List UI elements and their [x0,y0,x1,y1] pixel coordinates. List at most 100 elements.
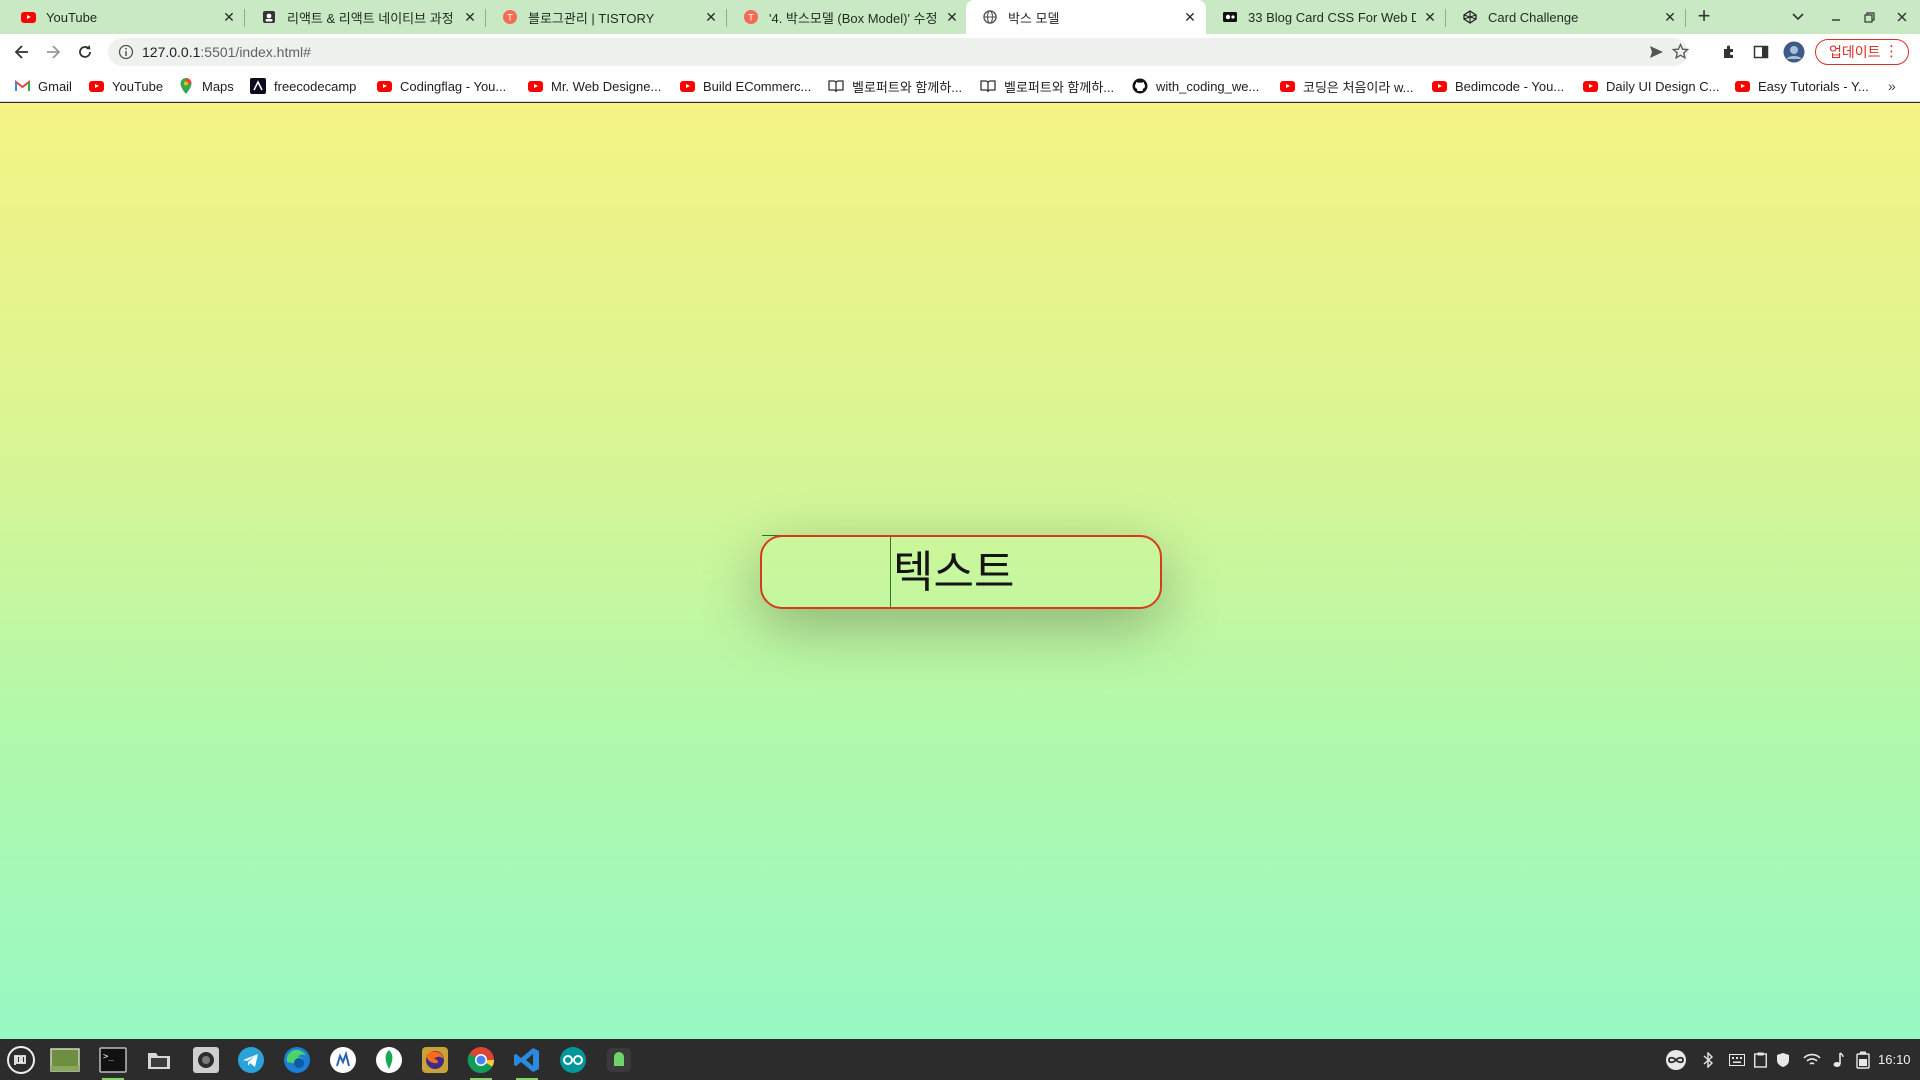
side-panel-button[interactable] [1749,40,1773,64]
close-icon[interactable]: ✕ [1422,9,1438,25]
bookmark-with-coding[interactable]: with_coding_we... [1132,70,1259,102]
freecodecamp-icon [250,78,266,94]
arduino-button[interactable] [556,1043,590,1077]
avatar-icon [1783,41,1805,63]
book-icon [828,78,844,94]
close-icon[interactable]: ✕ [1182,9,1198,25]
tab-box-model[interactable]: 박스 모델 ✕ [966,0,1206,34]
extensions-button[interactable] [1717,40,1741,64]
codepen-icon [1462,9,1478,25]
tab-youtube[interactable]: YouTube ✕ [4,0,245,34]
tab-tistory-edit[interactable]: T '4. 박스모델 (Box Model)' 수정하 ✕ [727,0,968,34]
keyboard-icon[interactable] [1726,1039,1748,1080]
show-desktop-button[interactable] [48,1043,82,1077]
close-icon[interactable]: ✕ [1662,9,1678,25]
close-icon[interactable]: ✕ [703,9,719,25]
youtube-icon [1582,78,1598,94]
bookmark-codingflag[interactable]: Codingflag - You... [376,70,506,102]
files-button[interactable] [142,1043,176,1077]
bookmark-mr-web-designer[interactable]: Mr. Web Designe... [527,70,661,102]
address-bar[interactable]: 127.0.0.1:5501/index.html# [108,38,1690,66]
screenshot-button[interactable] [189,1043,223,1077]
bookmark-velopert-2[interactable]: 벨로퍼트와 함께하... [980,70,1114,102]
bookmark-gmail[interactable]: Gmail [14,70,72,102]
tab-search-button[interactable] [1787,6,1809,28]
tab-title: 33 Blog Card CSS For Web De [1248,9,1416,25]
chrome-button[interactable] [464,1043,498,1080]
mongodb-button[interactable] [372,1043,406,1077]
tab-title: Card Challenge [1488,9,1579,25]
profile-avatar[interactable] [1782,40,1806,64]
reload-icon [79,45,91,58]
tab-title: 박스 모델 [1008,10,1060,26]
files-icon [148,1053,170,1069]
bookmark-build-ecommerce[interactable]: Build ECommerc... [679,70,811,102]
forward-button[interactable] [41,40,65,64]
close-icon[interactable]: ✕ [944,9,960,25]
tab-react-course[interactable]: 리액트 & 리액트 네이티브 과정 - ✕ [245,0,486,34]
box-model-element: 텍스트 [760,535,1162,609]
tab-card-challenge[interactable]: Card Challenge ✕ [1446,0,1686,34]
vscode-button[interactable] [510,1043,544,1080]
puzzle-icon [1724,45,1733,58]
telegram-icon [238,1047,264,1073]
restore-icon [1863,11,1875,23]
tray-infinity-icon[interactable] [1662,1039,1690,1080]
tab-blog-card[interactable]: 33 Blog Card CSS For Web De ✕ [1206,0,1446,34]
shield-icon[interactable] [1772,1039,1794,1080]
arrow-right-icon [47,45,61,59]
bookmark-velopert-1[interactable]: 벨로퍼트와 함께하... [828,70,962,102]
sound-icon[interactable] [1828,1039,1848,1080]
bookmark-maps[interactable]: Maps [178,70,234,102]
box-text: 텍스트 [893,547,1015,598]
gmail-icon [14,78,30,94]
mint-menu-button[interactable] [4,1043,38,1077]
new-tab-button[interactable]: + [1691,4,1717,30]
site-info-icon[interactable] [118,44,134,65]
bookmark-daily-ui[interactable]: Daily UI Design C... [1582,70,1719,102]
reload-button[interactable] [73,40,97,64]
tab-title: '4. 박스모델 (Box Model)' 수정하 [769,10,938,26]
send-icon[interactable] [1648,44,1664,65]
telegram-button[interactable] [234,1043,268,1077]
more-vert-icon: ⋮ [1884,43,1899,60]
bluetooth-icon[interactable] [1698,1039,1718,1080]
arduino-icon [560,1047,586,1073]
wifi-icon[interactable] [1800,1039,1824,1080]
firefox-icon [422,1047,448,1073]
bookmark-easy-tutorials[interactable]: Easy Tutorials - Y... [1734,70,1869,102]
terminal-icon: >_ [99,1047,127,1073]
svg-text:T: T [506,14,513,24]
firefox-button[interactable] [418,1043,452,1077]
browser-toolbar: 127.0.0.1:5501/index.html# 업데이트 ⋮ [0,34,1920,70]
close-window-button[interactable] [1891,6,1913,28]
bookmarks-overflow-button[interactable]: » [1888,70,1896,102]
globe-icon [982,9,998,25]
close-icon[interactable]: ✕ [462,9,478,25]
update-button[interactable]: 업데이트 ⋮ [1815,39,1909,65]
taskbar-clock[interactable]: 16:10 [1878,1039,1911,1080]
star-icon[interactable] [1671,42,1690,65]
vscode-icon [514,1048,539,1072]
bookmark-freecodecamp[interactable]: freecodecamp [250,70,356,102]
arrow-left-icon [14,45,28,59]
back-button[interactable] [10,40,34,64]
notes-button[interactable] [326,1043,360,1077]
side-panel-icon [1753,45,1769,59]
edge-button[interactable] [280,1043,314,1077]
minimize-button[interactable] [1825,6,1847,28]
bookmarks-bar: Gmail YouTube Maps freecodecamp Codingfl… [0,70,1920,102]
tab-title: 블로그관리 | TISTORY [528,10,655,26]
tistory-icon: T [743,9,759,25]
restore-button[interactable] [1858,6,1880,28]
close-icon[interactable]: ✕ [221,9,237,25]
terminal-button[interactable]: >_ [96,1043,130,1080]
book-icon [980,78,996,94]
bookmark-bedimcode[interactable]: Bedimcode - You... [1431,70,1564,102]
bookmark-youtube[interactable]: YouTube [88,70,163,102]
battery-icon[interactable] [1852,1039,1874,1080]
clipboard-icon[interactable] [1750,1039,1770,1080]
bookmark-coding-first[interactable]: 코딩은 처음이라 w... [1279,70,1413,102]
tab-tistory-admin[interactable]: T 블로그관리 | TISTORY ✕ [486,0,727,34]
android-studio-button[interactable] [602,1043,636,1077]
